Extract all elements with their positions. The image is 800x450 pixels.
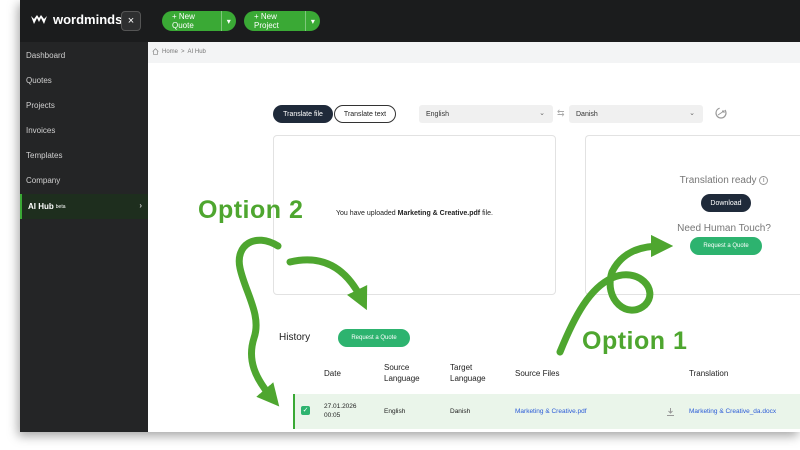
option-1-label: Option 1 [582, 327, 688, 355]
option-2-arrow-to-history-quote [286, 256, 368, 311]
option-2-label: Option 2 [198, 196, 304, 224]
option-2-arrow-to-row-checkbox [235, 236, 282, 407]
annotation-arrows [235, 234, 674, 407]
